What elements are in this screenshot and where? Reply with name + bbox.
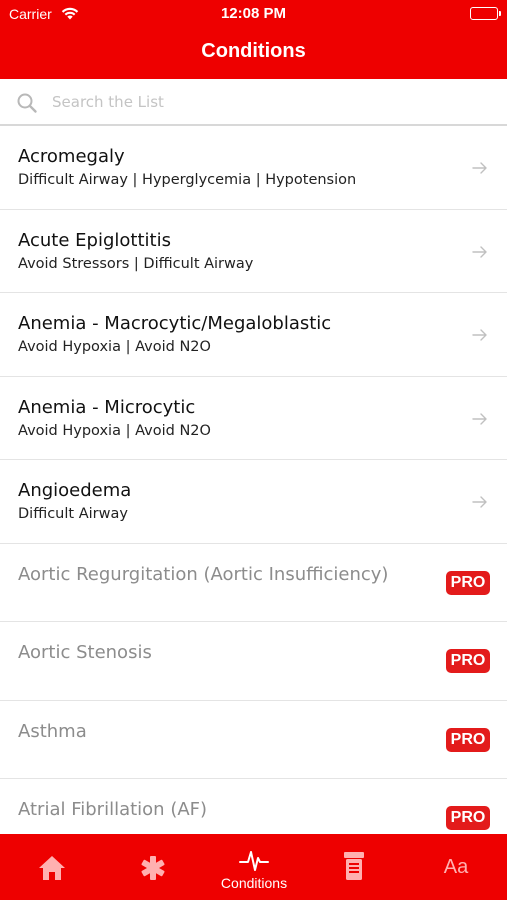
arrow-right-icon [472,411,488,430]
page-title: Conditions [201,40,306,62]
condition-name: Anemia - Macrocytic/Megaloblastic [18,313,332,334]
condition-row-anemia-microcytic[interactable]: Anemia - Microcytic Avoid Hypoxia | Avoi… [0,377,507,460]
condition-name: Aortic Stenosis [18,642,152,663]
condition-tags: Avoid Hypoxia | Avoid N2O [18,339,211,355]
arrow-right-icon [472,160,488,179]
condition-row-acromegaly[interactable]: Acromegaly Difficult Airway | Hyperglyce… [0,126,507,210]
conditions-list: Acromegaly Difficult Airway | Hyperglyce… [0,126,507,834]
arrow-right-icon [472,494,488,513]
condition-name: Acute Epiglottitis [18,229,171,251]
asterisk-icon [103,854,203,886]
tab-home[interactable] [2,834,102,900]
tab-text-size[interactable]: Aa [406,834,506,900]
condition-row-angioedema[interactable]: Angioedema Difficult Airway [0,460,507,544]
condition-row-asthma[interactable]: Asthma PRO [0,701,507,779]
tab-bar: Conditions Aa [0,834,507,900]
pro-badge: PRO [446,649,490,673]
status-time: 12:08 PM [220,5,287,22]
condition-row-atrial-fibrillation[interactable]: Atrial Fibrillation (AF) PRO [0,779,507,834]
condition-tags: Difficult Airway | Hyperglycemia | Hypot… [18,172,357,188]
condition-row-acute-epiglottitis[interactable]: Acute Epiglottitis Avoid Stressors | Dif… [0,210,507,293]
tab-label: Conditions [220,875,288,891]
condition-name: Aortic Regurgitation (Aortic Insufficien… [18,563,389,585]
condition-name: Atrial Fibrillation (AF) [18,799,208,820]
pro-badge: PRO [446,727,490,752]
tab-drugs[interactable] [304,834,404,900]
home-icon [2,854,102,886]
condition-name: Anemia - Microcytic [18,396,196,418]
condition-name: Angioedema [18,480,132,501]
search-icon [16,92,38,118]
text-size-icon: Aa [443,856,469,878]
condition-tags: Avoid Stressors | Difficult Airway [18,255,254,272]
condition-row-aortic-regurgitation[interactable]: Aortic Regurgitation (Aortic Insufficien… [0,544,507,622]
condition-row-aortic-stenosis[interactable]: Aortic Stenosis PRO [0,622,507,701]
arrow-right-icon [472,244,488,263]
condition-tags: Avoid Hypoxia | Avoid N2O [18,422,211,439]
condition-name: Asthma [18,720,87,742]
arrow-right-icon [472,327,488,346]
status-bar: Carrier 12:08 PM [0,0,507,26]
battery-icon [470,7,501,20]
condition-tags: Difficult Airway [18,506,128,522]
search-input[interactable] [52,89,482,115]
app-header: Carrier 12:08 PM Conditions [0,0,507,79]
tab-conditions[interactable]: Conditions [204,834,304,900]
pill-bottle-icon [304,851,404,885]
search-bar [0,79,507,126]
pro-badge: PRO [446,806,490,830]
condition-row-anemia-macrocytic[interactable]: Anemia - Macrocytic/Megaloblastic Avoid … [0,293,507,377]
heartbeat-icon [204,848,304,876]
pro-badge: PRO [446,570,490,595]
condition-name: Acromegaly [18,146,125,167]
tab-medical[interactable] [103,834,203,900]
